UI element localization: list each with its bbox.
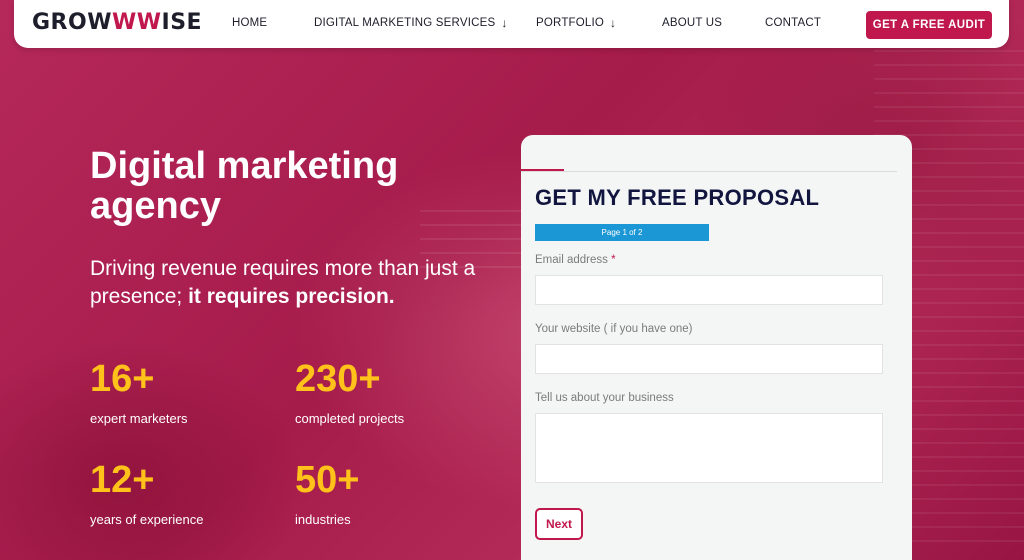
next-button[interactable]: Next <box>535 508 583 540</box>
hero-subtitle-bold: it requires precision. <box>188 285 395 308</box>
stat-label: expert marketers <box>90 411 188 426</box>
nav-item-portfolio[interactable]: PORTFOLIO ↓ <box>536 17 616 29</box>
stat-completed-projects: 230+ completed projects <box>295 357 404 426</box>
nav-item-home[interactable]: HOME <box>232 17 267 29</box>
stat-label: industries <box>295 512 351 527</box>
stat-label: completed projects <box>295 411 405 426</box>
website-field[interactable] <box>535 344 883 374</box>
website-field-label: Your website ( if you have one) <box>535 323 693 335</box>
nav-item-label: PORTFOLIO <box>536 17 605 29</box>
stat-value: 50+ <box>295 459 360 501</box>
arrow-down-icon: ↓ <box>501 16 508 30</box>
stat-label: years of experience <box>90 512 204 527</box>
nav-item-about-us[interactable]: ABOUT US <box>662 17 722 29</box>
logo-accent: WW <box>111 10 162 35</box>
nav-item-digital-marketing-services[interactable]: DIGITAL MARKETING SERVICES ↓ <box>314 17 508 29</box>
stat-value: 230+ <box>295 358 381 400</box>
logo-prefix: GROW <box>32 10 112 35</box>
nav-item-label: ABOUT US <box>662 17 723 29</box>
stat-value: 12+ <box>90 459 155 501</box>
top-navbar: GROWWWISE HOME DIGITAL MARKETING SERVICE… <box>14 0 1009 48</box>
form-progress-bar: Page 1 of 2 <box>535 224 709 241</box>
nav-item-label: CONTACT <box>765 17 822 29</box>
hero-title: Digital marketing agency <box>90 145 399 227</box>
stat-years-of-experience: 12+ years of experience <box>90 458 203 527</box>
card-divider <box>521 171 897 172</box>
proposal-form-card: GET MY FREE PROPOSAL Page 1 of 2 Email a… <box>521 135 912 560</box>
business-field-label: Tell us about your business <box>535 392 674 404</box>
card-divider-accent <box>521 169 564 171</box>
email-field[interactable] <box>535 275 883 305</box>
form-title: GET MY FREE PROPOSAL <box>535 185 820 210</box>
business-textarea[interactable] <box>535 413 883 483</box>
required-marker: * <box>611 254 616 266</box>
nav-item-label: DIGITAL MARKETING SERVICES <box>314 17 496 29</box>
stat-value: 16+ <box>90 358 155 400</box>
stat-expert-marketers: 16+ expert marketers <box>90 357 188 426</box>
logo-suffix: ISE <box>161 10 203 35</box>
email-field-label: Email address * <box>535 254 616 266</box>
email-field-label-text: Email address <box>535 254 608 266</box>
hero-subtitle: Driving revenue requires more than just … <box>90 255 490 311</box>
nav-item-contact[interactable]: CONTACT <box>765 17 821 29</box>
get-free-audit-button[interactable]: GET A FREE AUDIT <box>866 11 992 39</box>
stat-industries: 50+ industries <box>295 458 359 527</box>
arrow-down-icon: ↓ <box>610 16 617 30</box>
logo[interactable]: GROWWWISE <box>32 10 202 35</box>
nav-item-label: HOME <box>232 17 268 29</box>
